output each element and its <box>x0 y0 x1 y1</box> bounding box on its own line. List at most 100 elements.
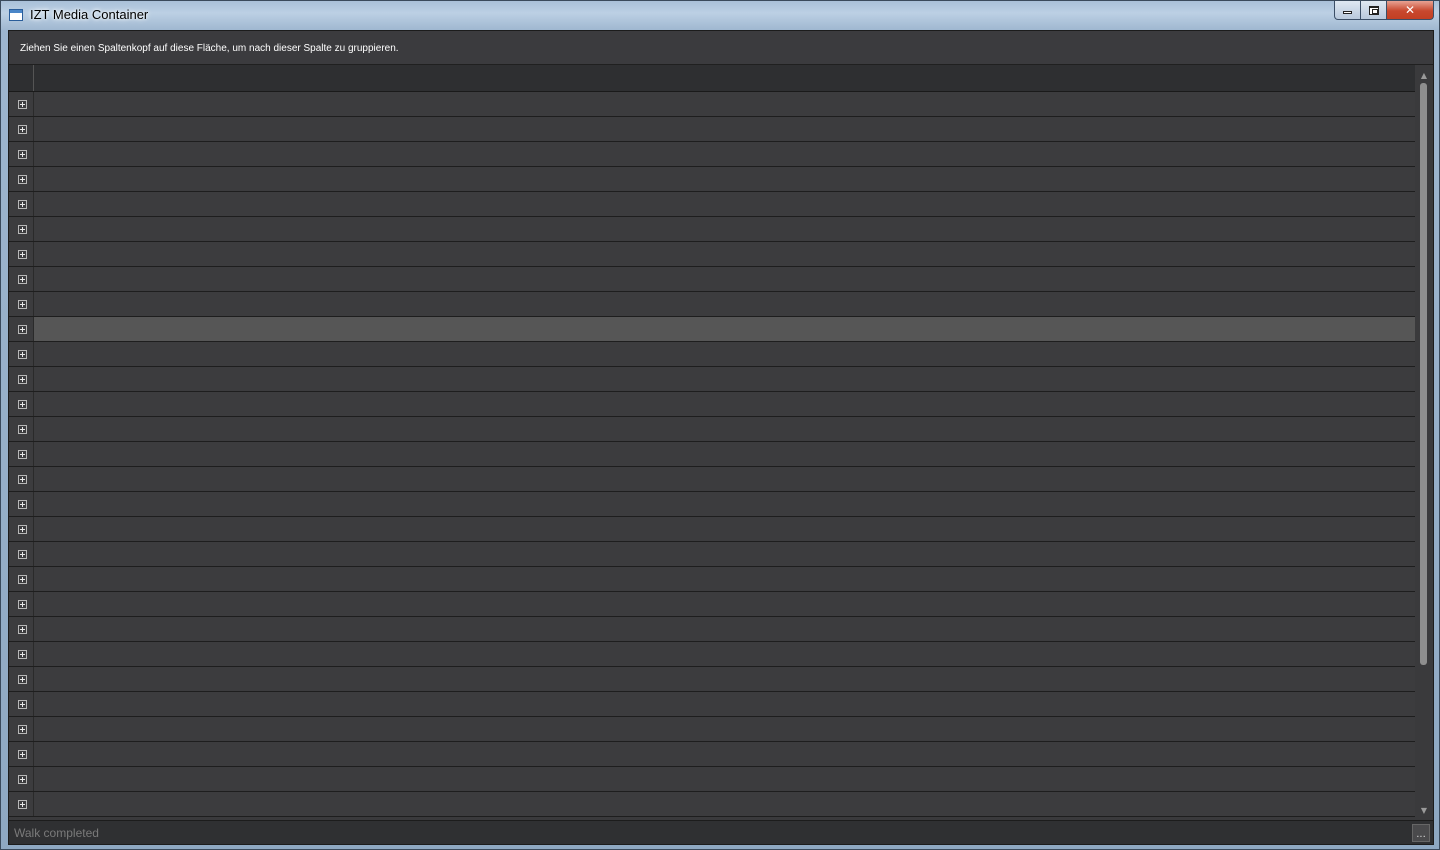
plus-box-icon[interactable] <box>18 500 27 509</box>
row-indent-cell <box>9 692 34 716</box>
row-indent-cell <box>9 117 34 141</box>
minimize-button[interactable] <box>1334 1 1361 20</box>
table-row[interactable] <box>9 92 1415 117</box>
table-row[interactable] <box>9 692 1415 717</box>
table-row[interactable] <box>9 217 1415 242</box>
row-indent-cell <box>9 542 34 566</box>
row-indent-cell <box>9 92 34 116</box>
row-indent-cell <box>9 617 34 641</box>
plus-box-icon[interactable] <box>18 525 27 534</box>
table-row[interactable] <box>9 617 1415 642</box>
group-by-panel[interactable]: Ziehen Sie einen Spaltenkopf auf diese F… <box>9 31 1433 65</box>
plus-box-icon[interactable] <box>18 550 27 559</box>
plus-box-icon[interactable] <box>18 325 27 334</box>
plus-box-icon[interactable] <box>18 200 27 209</box>
table-row[interactable] <box>9 142 1415 167</box>
table-row[interactable] <box>9 167 1415 192</box>
table-row[interactable] <box>9 492 1415 517</box>
status-more-button[interactable]: ... <box>1412 824 1430 842</box>
window-title: IZT Media Container <box>30 7 149 22</box>
row-indent-cell <box>9 792 34 816</box>
scroll-up-arrow-icon[interactable]: ▲ <box>1415 67 1433 83</box>
plus-box-icon[interactable] <box>18 725 27 734</box>
group-by-hint: Ziehen Sie einen Spaltenkopf auf diese F… <box>20 43 399 54</box>
plus-box-icon[interactable] <box>18 350 27 359</box>
client-area: Ziehen Sie einen Spaltenkopf auf diese F… <box>8 30 1434 845</box>
row-indent-cell <box>9 242 34 266</box>
plus-box-icon[interactable] <box>18 700 27 709</box>
plus-box-icon[interactable] <box>18 650 27 659</box>
row-indent-cell <box>9 267 34 291</box>
table-row[interactable] <box>9 517 1415 542</box>
table-row[interactable] <box>9 342 1415 367</box>
table-row[interactable] <box>9 367 1415 392</box>
row-indent-cell <box>9 442 34 466</box>
maximize-button[interactable] <box>1361 1 1387 20</box>
scroll-thumb[interactable] <box>1420 83 1427 665</box>
close-button[interactable]: ✕ <box>1387 1 1434 20</box>
table-row[interactable] <box>9 267 1415 292</box>
plus-box-icon[interactable] <box>18 475 27 484</box>
status-bar: Walk completed ... <box>9 820 1433 844</box>
table-row[interactable] <box>9 242 1415 267</box>
plus-box-icon[interactable] <box>18 425 27 434</box>
plus-box-icon[interactable] <box>18 175 27 184</box>
table-row[interactable] <box>9 442 1415 467</box>
row-indent-cell <box>9 292 34 316</box>
plus-box-icon[interactable] <box>18 225 27 234</box>
row-indent-cell <box>9 217 34 241</box>
row-indent-cell <box>9 342 34 366</box>
plus-box-icon[interactable] <box>18 800 27 809</box>
table-row[interactable] <box>9 317 1415 342</box>
title-bar[interactable]: IZT Media Container ✕ <box>1 1 1439 30</box>
row-indent-cell <box>9 367 34 391</box>
vertical-scrollbar[interactable]: ▲ ▼ <box>1415 65 1433 820</box>
table-row[interactable] <box>9 392 1415 417</box>
table-row[interactable] <box>9 592 1415 617</box>
table-row[interactable] <box>9 117 1415 142</box>
plus-box-icon[interactable] <box>18 375 27 384</box>
table-row[interactable] <box>9 642 1415 667</box>
table-row[interactable] <box>9 567 1415 592</box>
table-row[interactable] <box>9 792 1415 817</box>
table-row[interactable] <box>9 542 1415 567</box>
plus-box-icon[interactable] <box>18 625 27 634</box>
plus-box-icon[interactable] <box>18 250 27 259</box>
plus-box-icon[interactable] <box>18 600 27 609</box>
plus-box-icon[interactable] <box>18 100 27 109</box>
plus-box-icon[interactable] <box>18 750 27 759</box>
table-row[interactable] <box>9 467 1415 492</box>
table-row[interactable] <box>9 667 1415 692</box>
row-indent-cell <box>9 717 34 741</box>
row-indent-cell <box>9 517 34 541</box>
table-row[interactable] <box>9 742 1415 767</box>
plus-box-icon[interactable] <box>18 400 27 409</box>
plus-box-icon[interactable] <box>18 450 27 459</box>
row-indent-cell <box>9 567 34 591</box>
minimize-icon <box>1343 11 1352 14</box>
row-indent-cell <box>9 642 34 666</box>
grid-header-row[interactable] <box>9 65 1415 92</box>
table-row[interactable] <box>9 292 1415 317</box>
row-indent-cell <box>9 192 34 216</box>
table-row[interactable] <box>9 717 1415 742</box>
row-indent-cell <box>9 767 34 791</box>
row-indent-cell <box>9 417 34 441</box>
table-row[interactable] <box>9 192 1415 217</box>
plus-box-icon[interactable] <box>18 125 27 134</box>
plus-box-icon[interactable] <box>18 300 27 309</box>
row-indent-cell <box>9 392 34 416</box>
table-row[interactable] <box>9 767 1415 792</box>
data-grid <box>9 65 1415 820</box>
row-indent-cell <box>9 667 34 691</box>
plus-box-icon[interactable] <box>18 775 27 784</box>
plus-box-icon[interactable] <box>18 275 27 284</box>
plus-box-icon[interactable] <box>18 675 27 684</box>
close-icon: ✕ <box>1404 3 1416 17</box>
plus-box-icon[interactable] <box>18 575 27 584</box>
table-row[interactable] <box>9 417 1415 442</box>
plus-box-icon[interactable] <box>18 150 27 159</box>
app-icon <box>9 9 23 21</box>
app-window: IZT Media Container ✕ Ziehen Sie einen S… <box>0 0 1440 850</box>
scroll-down-arrow-icon[interactable]: ▼ <box>1415 802 1433 818</box>
